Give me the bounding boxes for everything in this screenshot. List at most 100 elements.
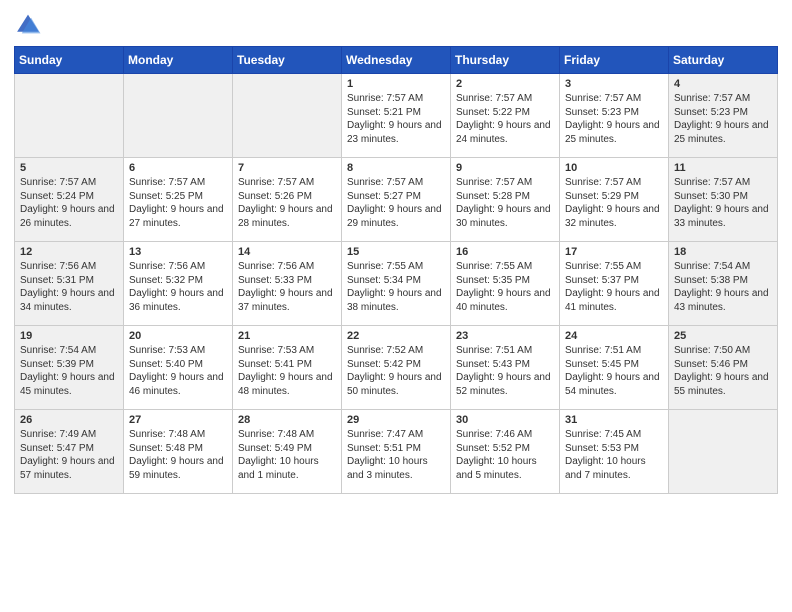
day-detail: Sunrise: 7:57 AMSunset: 5:27 PMDaylight:… [347, 176, 445, 230]
day-number: 24 [565, 330, 663, 342]
day-number: 13 [129, 246, 227, 258]
header [14, 10, 778, 38]
day-detail: Sunrise: 7:50 AMSunset: 5:46 PMDaylight:… [674, 344, 772, 398]
day-detail: Sunrise: 7:53 AMSunset: 5:40 PMDaylight:… [129, 344, 227, 398]
calendar-cell [233, 74, 342, 158]
day-number: 15 [347, 246, 445, 258]
day-number: 6 [129, 162, 227, 174]
calendar-cell: 10 Sunrise: 7:57 AMSunset: 5:29 PMDayligh… [560, 158, 669, 242]
calendar-week-2: 12Sunrise: 7:56 AMSunset: 5:31 PMDayligh… [15, 242, 778, 326]
calendar-week-3: 19 Sunrise: 7:54 AMSunset: 5:39 PMDayligh… [15, 326, 778, 410]
calendar-week-1: 5Sunrise: 7:57 AMSunset: 5:24 PMDaylight… [15, 158, 778, 242]
calendar-week-0: 1 Sunrise: 7:57 AMSunset: 5:21 PMDaylight… [15, 74, 778, 158]
day-number: 28 [238, 414, 336, 426]
calendar-cell: 3Sunrise: 7:57 AMSunset: 5:23 PMDaylight… [560, 74, 669, 158]
calendar-cell: 15 Sunrise: 7:55 AMSunset: 5:34 PMDayligh… [342, 242, 451, 326]
calendar-cell: 16 Sunrise: 7:55 AMSunset: 5:35 PMDayligh… [451, 242, 560, 326]
day-number: 30 [456, 414, 554, 426]
calendar-cell [15, 74, 124, 158]
day-number: 11 [674, 162, 772, 174]
calendar-cell: 1 Sunrise: 7:57 AMSunset: 5:21 PMDaylight… [342, 74, 451, 158]
day-number: 18 [674, 246, 772, 258]
calendar-cell: 13Sunrise: 7:56 AMSunset: 5:32 PMDayligh… [124, 242, 233, 326]
calendar: SundayMondayTuesdayWednesdayThursdayFrid… [14, 46, 778, 494]
calendar-header: SundayMondayTuesdayWednesdayThursdayFrid… [15, 47, 778, 74]
calendar-cell: 27 Sunrise: 7:48 AMSunset: 5:48 PMDayligh… [124, 410, 233, 494]
day-detail: Sunrise: 7:54 AMSunset: 5:39 PMDaylight:… [20, 344, 118, 398]
day-detail: Sunrise: 7:57 AMSunset: 5:21 PMDaylight:… [347, 92, 445, 146]
day-number: 4 [674, 78, 772, 90]
day-number: 19 [20, 330, 118, 342]
weekday-header-monday: Monday [124, 47, 233, 74]
page: SundayMondayTuesdayWednesdayThursdayFrid… [0, 0, 792, 612]
day-number: 2 [456, 78, 554, 90]
day-number: 29 [347, 414, 445, 426]
day-number: 20 [129, 330, 227, 342]
day-detail: Sunrise: 7:54 AMSunset: 5:38 PMDaylight:… [674, 260, 772, 314]
day-detail: Sunrise: 7:51 AMSunset: 5:45 PMDaylight:… [565, 344, 663, 398]
day-number: 1 [347, 78, 445, 90]
day-number: 7 [238, 162, 336, 174]
weekday-header-friday: Friday [560, 47, 669, 74]
calendar-cell: 17Sunrise: 7:55 AMSunset: 5:37 PMDayligh… [560, 242, 669, 326]
weekday-header-saturday: Saturday [669, 47, 778, 74]
calendar-week-4: 26 Sunrise: 7:49 AMSunset: 5:47 PMDayligh… [15, 410, 778, 494]
calendar-cell: 29Sunrise: 7:47 AMSunset: 5:51 PMDayligh… [342, 410, 451, 494]
day-detail: Sunrise: 7:55 AMSunset: 5:35 PMDaylight:… [456, 260, 554, 314]
day-detail: Sunrise: 7:45 AMSunset: 5:53 PMDaylight:… [565, 428, 663, 482]
calendar-cell: 7Sunrise: 7:57 AMSunset: 5:26 PMDaylight… [233, 158, 342, 242]
calendar-cell: 8 Sunrise: 7:57 AMSunset: 5:27 PMDaylight… [342, 158, 451, 242]
day-number: 8 [347, 162, 445, 174]
calendar-cell: 26 Sunrise: 7:49 AMSunset: 5:47 PMDayligh… [15, 410, 124, 494]
day-number: 27 [129, 414, 227, 426]
calendar-cell: 11 Sunrise: 7:57 AMSunset: 5:30 PMDayligh… [669, 158, 778, 242]
calendar-cell: 18 Sunrise: 7:54 AMSunset: 5:38 PMDayligh… [669, 242, 778, 326]
day-detail: Sunrise: 7:55 AMSunset: 5:34 PMDaylight:… [347, 260, 445, 314]
day-number: 23 [456, 330, 554, 342]
day-number: 16 [456, 246, 554, 258]
calendar-cell: 5Sunrise: 7:57 AMSunset: 5:24 PMDaylight… [15, 158, 124, 242]
weekday-header-wednesday: Wednesday [342, 47, 451, 74]
day-detail: Sunrise: 7:48 AMSunset: 5:49 PMDaylight:… [238, 428, 336, 482]
day-detail: Sunrise: 7:57 AMSunset: 5:25 PMDaylight:… [129, 176, 227, 230]
weekday-row: SundayMondayTuesdayWednesdayThursdayFrid… [15, 47, 778, 74]
day-detail: Sunrise: 7:46 AMSunset: 5:52 PMDaylight:… [456, 428, 554, 482]
logo-icon [14, 10, 42, 38]
day-number: 9 [456, 162, 554, 174]
day-detail: Sunrise: 7:52 AMSunset: 5:42 PMDaylight:… [347, 344, 445, 398]
day-detail: Sunrise: 7:49 AMSunset: 5:47 PMDaylight:… [20, 428, 118, 482]
day-number: 31 [565, 414, 663, 426]
day-number: 21 [238, 330, 336, 342]
calendar-cell: 19 Sunrise: 7:54 AMSunset: 5:39 PMDayligh… [15, 326, 124, 410]
day-number: 17 [565, 246, 663, 258]
calendar-body: 1 Sunrise: 7:57 AMSunset: 5:21 PMDaylight… [15, 74, 778, 494]
day-detail: Sunrise: 7:48 AMSunset: 5:48 PMDaylight:… [129, 428, 227, 482]
calendar-cell: 30 Sunrise: 7:46 AMSunset: 5:52 PMDayligh… [451, 410, 560, 494]
day-detail: Sunrise: 7:57 AMSunset: 5:24 PMDaylight:… [20, 176, 118, 230]
day-number: 25 [674, 330, 772, 342]
calendar-cell: 23 Sunrise: 7:51 AMSunset: 5:43 PMDayligh… [451, 326, 560, 410]
calendar-cell: 14Sunrise: 7:56 AMSunset: 5:33 PMDayligh… [233, 242, 342, 326]
weekday-header-tuesday: Tuesday [233, 47, 342, 74]
day-detail: Sunrise: 7:57 AMSunset: 5:29 PMDaylight:… [565, 176, 663, 230]
calendar-cell: 22 Sunrise: 7:52 AMSunset: 5:42 PMDayligh… [342, 326, 451, 410]
day-detail: Sunrise: 7:51 AMSunset: 5:43 PMDaylight:… [456, 344, 554, 398]
logo [14, 10, 46, 38]
day-number: 22 [347, 330, 445, 342]
day-number: 10 [565, 162, 663, 174]
calendar-cell: 4Sunrise: 7:57 AMSunset: 5:23 PMDaylight… [669, 74, 778, 158]
day-detail: Sunrise: 7:56 AMSunset: 5:33 PMDaylight:… [238, 260, 336, 314]
calendar-cell: 12Sunrise: 7:56 AMSunset: 5:31 PMDayligh… [15, 242, 124, 326]
day-detail: Sunrise: 7:57 AMSunset: 5:23 PMDaylight:… [565, 92, 663, 146]
calendar-cell: 31 Sunrise: 7:45 AMSunset: 5:53 PMDayligh… [560, 410, 669, 494]
weekday-header-sunday: Sunday [15, 47, 124, 74]
calendar-cell: 20 Sunrise: 7:53 AMSunset: 5:40 PMDayligh… [124, 326, 233, 410]
day-number: 26 [20, 414, 118, 426]
day-number: 12 [20, 246, 118, 258]
day-detail: Sunrise: 7:53 AMSunset: 5:41 PMDaylight:… [238, 344, 336, 398]
day-detail: Sunrise: 7:57 AMSunset: 5:30 PMDaylight:… [674, 176, 772, 230]
calendar-cell [124, 74, 233, 158]
day-detail: Sunrise: 7:57 AMSunset: 5:22 PMDaylight:… [456, 92, 554, 146]
weekday-header-thursday: Thursday [451, 47, 560, 74]
calendar-cell: 9Sunrise: 7:57 AMSunset: 5:28 PMDaylight… [451, 158, 560, 242]
